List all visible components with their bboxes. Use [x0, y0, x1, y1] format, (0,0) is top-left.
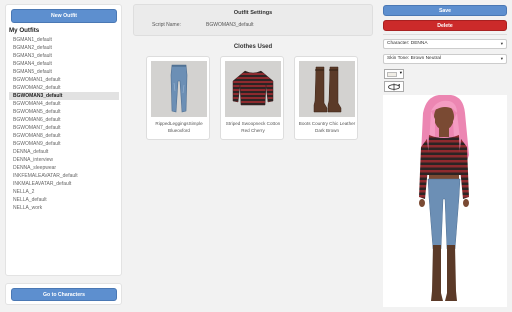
clothing-card[interactable]: Boots Country Chic Leather Dark Brown	[294, 56, 358, 140]
clothing-card[interactable]: Striped Swoopneck Cotton Red Cherry	[220, 56, 284, 140]
outfit-list-item[interactable]: BGWOMAN5_default	[9, 108, 119, 116]
divider	[383, 34, 507, 35]
outfit-list-item[interactable]: BGWOMAN3_default	[9, 92, 119, 100]
outfit-list-item[interactable]: INKFEMALEAVATAR_default	[9, 172, 119, 180]
outfit-list-item[interactable]: NELLA_default	[9, 196, 119, 204]
settings-title: Outfit Settings	[233, 10, 273, 16]
go-to-characters-button[interactable]: Go to Characters	[11, 288, 117, 301]
outfit-list: BGMAN1_default BGMAN2_default BGMAN3_defau…	[9, 36, 119, 274]
rotate-button[interactable]	[384, 81, 404, 92]
outfits-title: My Outfits	[9, 27, 40, 34]
outfit-list-item[interactable]: BGWOMAN6_default	[9, 116, 119, 124]
outfit-list-item[interactable]: INKMALEAVATAR_default	[9, 180, 119, 188]
background-color-picker[interactable]: ▾	[384, 69, 404, 79]
rotate-icon	[388, 83, 401, 90]
sweater-icon	[225, 61, 281, 117]
avatar-preview[interactable]	[383, 94, 507, 307]
boots-icon	[299, 61, 355, 117]
outfit-list-item[interactable]: NELLA_work	[9, 204, 119, 212]
clothes-used-title: Clothes Used	[233, 44, 273, 50]
clothing-card[interactable]: RippedLeggingsSimple Blueoxford	[146, 56, 210, 140]
outfit-list-item[interactable]: BGMAN5_default	[9, 68, 119, 76]
outfit-list-item[interactable]: BGMAN2_default	[9, 44, 119, 52]
outfit-list-item[interactable]: NELLA_2	[9, 188, 119, 196]
outfit-list-item[interactable]: BGWOMAN7_default	[9, 124, 119, 132]
outfit-list-item[interactable]: DENNA_default	[9, 148, 119, 156]
outfit-list-item[interactable]: DENNA_interview	[9, 156, 119, 164]
outfits-panel: New Outfit My Outfits BGMAN1_default BGMA…	[5, 4, 122, 276]
skin-tone-select-value: Skin Tone: Brown Neutral	[387, 56, 442, 61]
clothing-name: RippedLeggingsSimple Blueoxford	[155, 121, 203, 133]
delete-button[interactable]: Delete	[383, 20, 507, 31]
chevron-down-icon: ▾	[500, 56, 503, 61]
character-select-value: Character: DENNA	[387, 41, 428, 46]
script-name-value: BGWOMAN3_default	[206, 22, 254, 28]
outfit-list-item[interactable]: BGMAN4_default	[9, 60, 119, 68]
outfit-list-item[interactable]: BGWOMAN2_default	[9, 84, 119, 92]
script-name-label: Script Name:	[152, 22, 181, 28]
clothing-name: Striped Swoopneck Cotton Red Cherry	[225, 121, 281, 133]
save-button[interactable]: Save	[383, 5, 507, 16]
character-select[interactable]: Character: DENNA ▾	[383, 39, 507, 49]
color-swatch	[387, 72, 397, 77]
chevron-down-icon: ▾	[399, 70, 402, 75]
skin-tone-select[interactable]: Skin Tone: Brown Neutral ▾	[383, 54, 507, 64]
jeans-icon	[151, 61, 207, 117]
outfit-list-item[interactable]: BGWOMAN9_default	[9, 140, 119, 148]
outfit-list-item[interactable]: BGWOMAN8_default	[9, 132, 119, 140]
new-outfit-button[interactable]: New Outfit	[11, 9, 117, 23]
avatar-image	[419, 94, 469, 301]
outfit-list-item[interactable]: BGWOMAN1_default	[9, 76, 119, 84]
outfit-list-item[interactable]: BGMAN1_default	[9, 36, 119, 44]
chevron-down-icon: ▾	[500, 41, 503, 46]
bottom-panel: Go to Characters	[5, 283, 122, 305]
clothing-name: Boots Country Chic Leather Dark Brown	[298, 121, 356, 133]
outfit-list-item[interactable]: BGMAN3_default	[9, 52, 119, 60]
outfit-list-item[interactable]: BGWOMAN4_default	[9, 100, 119, 108]
outfit-settings: Outfit Settings Script Name: BGWOMAN3_de…	[133, 4, 373, 36]
outfit-list-item[interactable]: DENNA_sleepwear	[9, 164, 119, 172]
